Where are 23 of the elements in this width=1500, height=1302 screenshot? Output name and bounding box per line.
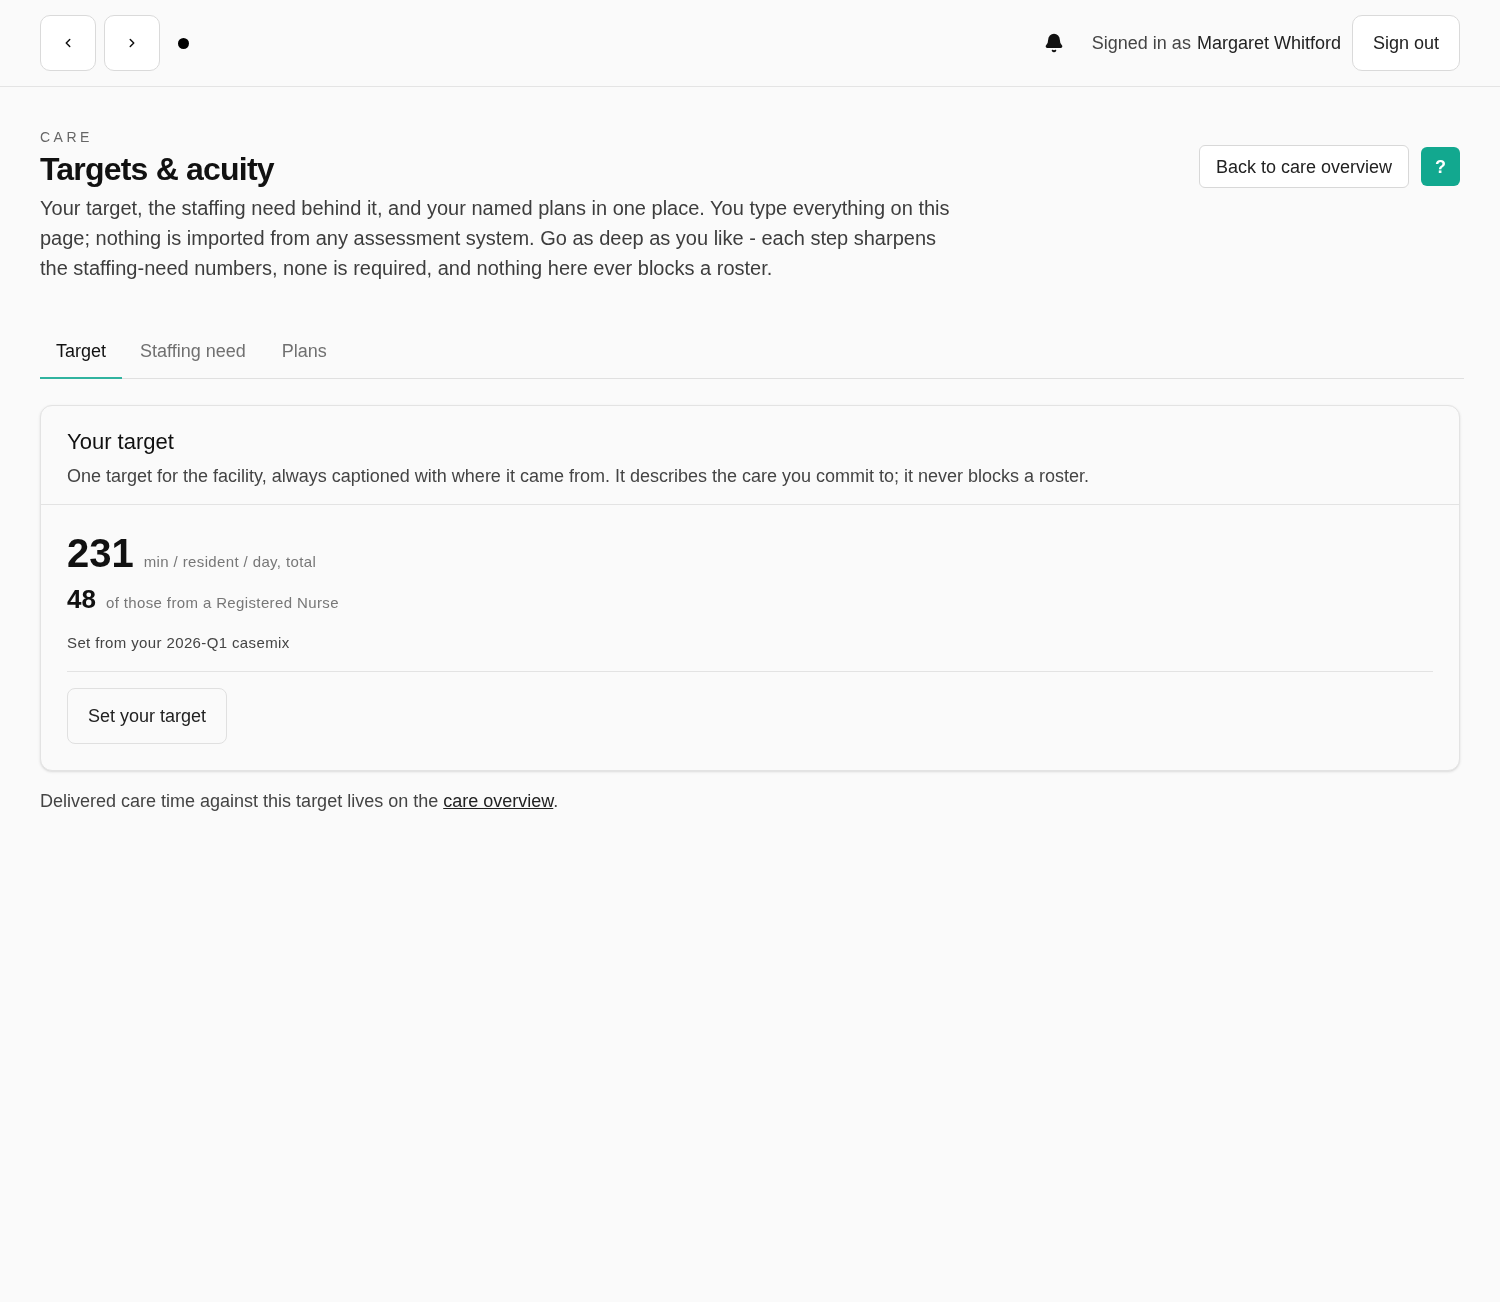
target-source: Set from your 2026-Q1 casemix bbox=[67, 633, 291, 653]
page-intro: Your target, the staffing need behind it, and your named plans in one place. You type everything on this page; nothing is imported from any assessment system. Go as deep as you like - each step sharpens the staffing-need numbers, none is required, and nothing here ever blocks a roster. bbox=[40, 196, 951, 281]
footer-note: Delivered care time against this target lives on the care overview. bbox=[40, 789, 560, 813]
rn-minutes-unit: of those from a Registered Nurse bbox=[105, 592, 339, 613]
tab[interactable]: Target bbox=[40, 325, 123, 379]
card-description: One target for the facility, always captioned with where it came from. It describes the care you commit to; it never blocks a roster. bbox=[67, 465, 1091, 488]
total-minutes-value: 231 bbox=[67, 533, 134, 573]
rn-minutes-value: 48 bbox=[67, 585, 96, 612]
forward-nav-button[interactable] bbox=[104, 15, 160, 71]
tab[interactable]: Plans bbox=[263, 325, 345, 379]
bell-icon[interactable] bbox=[1043, 33, 1064, 53]
total-minutes-unit: min / resident / day, total bbox=[143, 552, 317, 572]
user-name: Margaret Whitford bbox=[1196, 32, 1341, 55]
page-title: Targets & acuity bbox=[40, 150, 276, 189]
care-overview-link[interactable]: care overview bbox=[443, 790, 554, 811]
card-title: Your target bbox=[67, 428, 175, 456]
sign-out-button[interactable]: Sign out bbox=[1351, 15, 1460, 71]
section-eyebrow: CARE bbox=[40, 128, 94, 147]
set-target-button[interactable]: Set your target bbox=[67, 687, 228, 744]
tab[interactable]: Staffing need bbox=[122, 325, 264, 379]
back-to-overview-button[interactable]: Back to care overview bbox=[1198, 145, 1409, 188]
back-nav-button[interactable] bbox=[40, 15, 96, 71]
signed-in-label: Signed in as bbox=[1091, 32, 1191, 55]
